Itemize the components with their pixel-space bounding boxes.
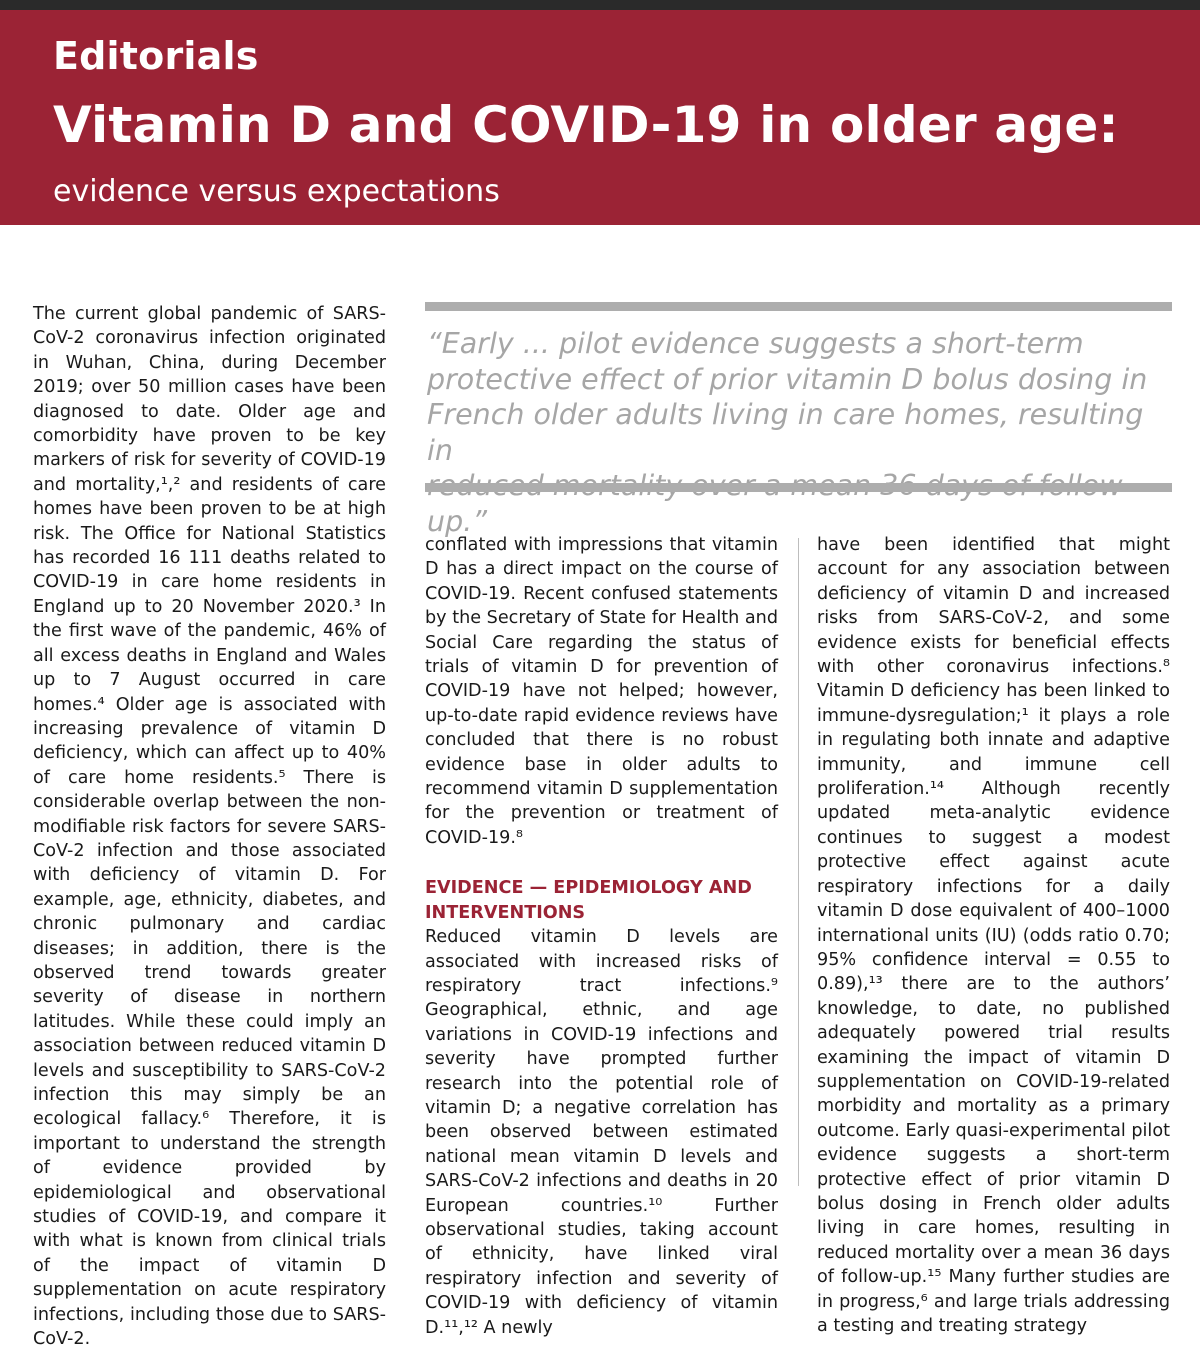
paragraph: Reduced vitamin D levels are associated … [425, 927, 778, 1338]
column-divider [798, 538, 799, 1186]
article-subtitle: evidence versus expectations [53, 174, 500, 209]
section-heading: Evidence — Epidemiology and Intervention… [425, 878, 752, 923]
pull-quote: “Early ... pilot evidence suggests a sho… [427, 327, 1148, 538]
pull-quote-rule-bottom [425, 483, 1172, 492]
section-label: Editorials [53, 34, 259, 78]
paragraph: The current global pandemic of SARS-CoV-… [33, 304, 386, 1350]
paragraph: conflated with impressions that vitamin … [425, 535, 778, 848]
pull-quote-rule-top [425, 302, 1172, 311]
article-title: Vitamin D and COVID-19 in older age: [53, 96, 1119, 154]
paragraph: have been identified that might account … [817, 535, 1170, 1336]
top-bar [0, 0, 1200, 10]
body-column-3: have been identified that might account … [817, 533, 1170, 1338]
body-column-2: conflated with impressions that vitamin … [425, 533, 778, 1340]
body-column-1: The current global pandemic of SARS-CoV-… [33, 302, 386, 1351]
